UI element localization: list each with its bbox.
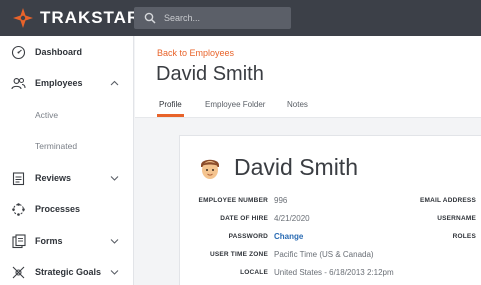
search-icon	[144, 12, 156, 24]
sidebar-item-label: Forms	[35, 236, 63, 246]
trakstar-logo[interactable]: TRAKSTAR	[12, 6, 140, 30]
sidebar-item-terminated[interactable]: Terminated	[0, 134, 134, 158]
clipboard-icon	[12, 171, 25, 185]
field-label-user-time-zone: USER TIME ZONE	[209, 251, 268, 258]
crosshair-icon	[12, 266, 25, 278]
sidebar-item-strategic-goals[interactable]: Strategic Goals	[0, 260, 134, 284]
field-value-employee-number: 996	[274, 196, 288, 205]
field-label-username: USERNAME	[437, 215, 476, 222]
tab-employee-folder[interactable]: Employee Folder	[205, 100, 265, 109]
profile-name: David Smith	[234, 154, 358, 180]
top-bar: TRAKSTAR Search...	[0, 0, 481, 36]
field-label-email-address: EMAIL ADDRESS	[419, 197, 476, 204]
field-value-date-of-hire: 4/21/2020	[274, 214, 310, 223]
sidebar-item-label: Strategic Goals	[35, 267, 102, 277]
gauge-icon	[11, 45, 26, 59]
back-to-employees-link[interactable]: Back to Employees	[157, 48, 234, 58]
sidebar-item-processes[interactable]: Processes	[0, 197, 134, 221]
sidebar-item-forms[interactable]: Forms	[0, 229, 134, 253]
sidebar-item-label: Dashboard	[35, 47, 83, 57]
field-label-date-of-hire: DATE OF HIRE	[220, 215, 268, 222]
tab-profile[interactable]: Profile	[159, 100, 182, 109]
sidebar: Dashboard Employees Active Terminated Re…	[0, 36, 134, 285]
sidebar-item-label: Processes	[35, 204, 81, 214]
sidebar-item-label: Employees	[35, 78, 83, 88]
sidebar-item-reviews[interactable]: Reviews	[0, 166, 134, 190]
process-icon	[12, 202, 25, 216]
page-title: David Smith	[156, 63, 264, 85]
change-password-link[interactable]: Change	[274, 232, 303, 241]
chevron-down-icon[interactable]	[110, 175, 119, 181]
sidebar-item-dashboard[interactable]: Dashboard	[0, 40, 134, 64]
search-input[interactable]: Search...	[134, 7, 291, 29]
field-label-employee-number: EMPLOYEE NUMBER	[198, 197, 268, 204]
field-label-locale: LOCALE	[240, 269, 268, 276]
avatar	[201, 159, 219, 179]
chevron-up-icon[interactable]	[110, 80, 119, 86]
forms-icon	[12, 233, 26, 248]
field-label-roles: ROLES	[452, 233, 476, 240]
sidebar-subitem-label: Terminated	[35, 141, 78, 151]
tab-notes[interactable]: Notes	[287, 100, 308, 109]
sidebar-item-active[interactable]: Active	[0, 103, 134, 127]
chevron-down-icon[interactable]	[110, 238, 119, 244]
field-value-locale: United States - 6/18/2013 2:12pm	[274, 268, 394, 277]
chevron-down-icon[interactable]	[110, 269, 119, 275]
field-label-password: PASSWORD	[228, 233, 268, 240]
brand-name: TRAKSTAR	[40, 8, 141, 27]
sidebar-item-employees[interactable]: Employees	[0, 71, 134, 95]
sidebar-subitem-label: Active	[35, 110, 59, 120]
field-value-user-time-zone: Pacific Time (US & Canada)	[274, 250, 374, 259]
people-icon	[11, 77, 26, 89]
search-placeholder: Search...	[164, 13, 201, 23]
star-logo-icon	[13, 8, 33, 28]
sidebar-item-label: Reviews	[35, 173, 72, 183]
